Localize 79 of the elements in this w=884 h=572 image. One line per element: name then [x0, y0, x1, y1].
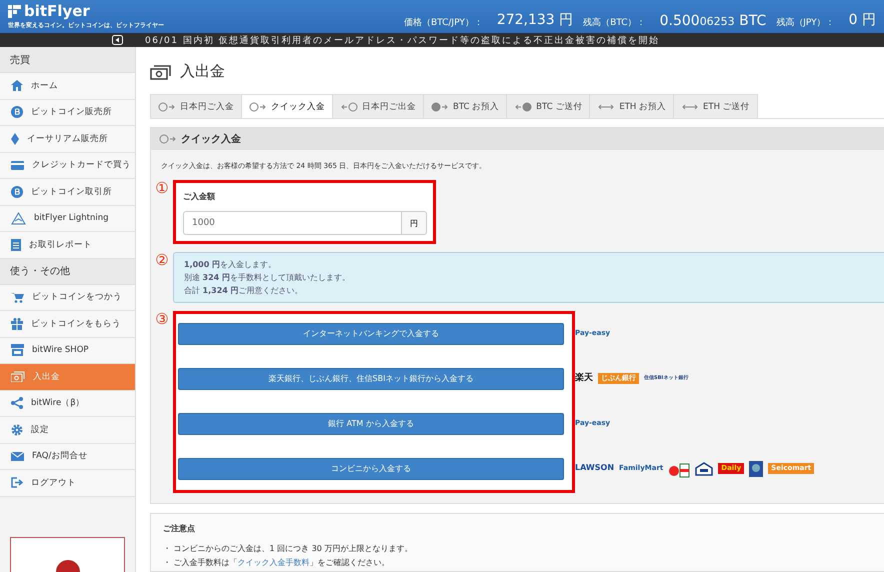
- sidebar-item[interactable]: ビットコイン取引所: [0, 179, 135, 206]
- home-icon: [11, 80, 23, 92]
- tab[interactable]: BTC ご送付: [506, 94, 590, 118]
- logout-icon: [11, 477, 23, 488]
- shop-icon: [11, 344, 24, 356]
- sidebar-item[interactable]: お取引レポート: [0, 232, 135, 258]
- logo-icon: [8, 4, 21, 18]
- tab[interactable]: BTC お預入: [423, 94, 508, 118]
- field-label: ご入金額: [183, 191, 216, 202]
- step-number: ①: [154, 180, 170, 196]
- notes-title: ご注意点: [163, 523, 196, 534]
- info-text: 1,000 円を入金します。: [184, 259, 278, 270]
- double-arrow-icon: [681, 102, 699, 112]
- note-text: ・ ご入金手数料は「クイック入金手数料」をご確認ください。: [163, 557, 391, 568]
- gift-icon: [11, 318, 23, 330]
- stat-label: 残高（BTC）：: [583, 16, 646, 28]
- sidebar-heading: 売買: [0, 47, 135, 73]
- cart-icon: [11, 292, 24, 303]
- amount-field[interactable]: 1000: [183, 211, 401, 235]
- yen-arrow-icon: [340, 102, 358, 112]
- sidebar-item[interactable]: 設定: [0, 417, 135, 444]
- share-icon: [11, 397, 23, 410]
- deposit-button[interactable]: 楽天銀行、じぶん銀行、住信SBIネット銀行から入金する: [178, 368, 564, 390]
- sidebar-item[interactable]: クレジットカードで買う: [0, 152, 135, 179]
- tab[interactable]: 日本円ご出金: [332, 94, 424, 118]
- triangle-icon: [11, 212, 26, 225]
- stat-value: 0 円: [848, 10, 876, 28]
- sidebar-item[interactable]: ビットコインをもらう: [0, 311, 135, 338]
- sidebar-item[interactable]: ビットコインをつかう: [0, 284, 135, 311]
- document-icon: [11, 238, 21, 251]
- logo-icon: [56, 558, 80, 572]
- fee-link[interactable]: クイック入金手数料: [238, 558, 310, 567]
- sidebar-item[interactable]: bitWire SHOP: [0, 338, 135, 364]
- stat-label: 価格（BTC/JPY）：: [404, 16, 483, 28]
- sidebar-item[interactable]: FAQ/お問合せ: [0, 444, 135, 470]
- ticker-text: 06/01 国内初 仮想通貨取引利用者のメールアドレス・パスワード等の盗取による不正出金被害の補償を開始: [144, 34, 660, 46]
- store-logo-icon: [749, 460, 764, 476]
- deposit-button[interactable]: コンビニから入金する: [178, 458, 564, 480]
- bitcoin-icon: [11, 186, 23, 198]
- rakuten-logo: 楽天: [575, 374, 593, 384]
- tab[interactable]: 日本円ご入金: [150, 94, 242, 118]
- tab[interactable]: ETH お預入: [589, 94, 674, 118]
- step-number: ②: [154, 252, 170, 268]
- page-title: 入出金: [180, 62, 225, 81]
- collapse-button[interactable]: [112, 35, 123, 45]
- note-text: ・ コンビニからのご入金は、1 回につき 30 万円が上限となります。: [163, 543, 414, 554]
- bitcoin-icon: [11, 106, 23, 118]
- panel-header: クイック入金: [151, 128, 884, 150]
- step-number: ③: [154, 311, 170, 327]
- sidebar-item[interactable]: ビットコイン販売所: [0, 100, 135, 126]
- banknote-icon: [150, 64, 172, 80]
- info-text: 別途 324 円を手数料として頂戴いたします。: [184, 272, 352, 283]
- yen-arrow-icon: [158, 102, 176, 112]
- sidebar-item[interactable]: ホーム: [0, 73, 135, 100]
- lawson-logo: LAWSON: [575, 464, 614, 473]
- yen-arrow-icon: [159, 134, 177, 144]
- credit-card-icon: [11, 160, 24, 170]
- yen-arrow-icon: [249, 102, 267, 112]
- coin-arrow-icon: [431, 102, 449, 112]
- double-arrow-icon: [597, 102, 616, 112]
- stat-label: 残高（JPY）：: [776, 16, 835, 28]
- mail-icon: [11, 452, 24, 461]
- diamond-icon: [11, 132, 19, 145]
- sidebar-item[interactable]: ログアウト: [0, 470, 135, 496]
- tab[interactable]: ETH ご送付: [673, 94, 758, 118]
- sidebar-heading: 使う・その他: [0, 258, 135, 284]
- sidebar-item[interactable]: イーサリアム販売所: [0, 126, 135, 152]
- store-logo-icon: [695, 462, 714, 476]
- info-text: 合計 1,324 円ご用意ください。: [184, 285, 304, 296]
- unit-label: 円: [401, 211, 427, 235]
- sidebar-item[interactable]: bitFlyer Lightning: [0, 206, 135, 232]
- stat-value: 272,133 円: [496, 10, 574, 28]
- settings-icon: [11, 424, 23, 436]
- deposit-button[interactable]: 銀行 ATM から入金する: [178, 412, 564, 434]
- coin-arrow-icon: [514, 102, 532, 112]
- banknote-icon: [11, 371, 25, 382]
- sidebar-item[interactable]: bitWire（β）: [0, 390, 135, 417]
- deposit-button[interactable]: インターネットバンキングで入金する: [178, 322, 564, 344]
- brand-name: bitFlyer: [24, 3, 90, 19]
